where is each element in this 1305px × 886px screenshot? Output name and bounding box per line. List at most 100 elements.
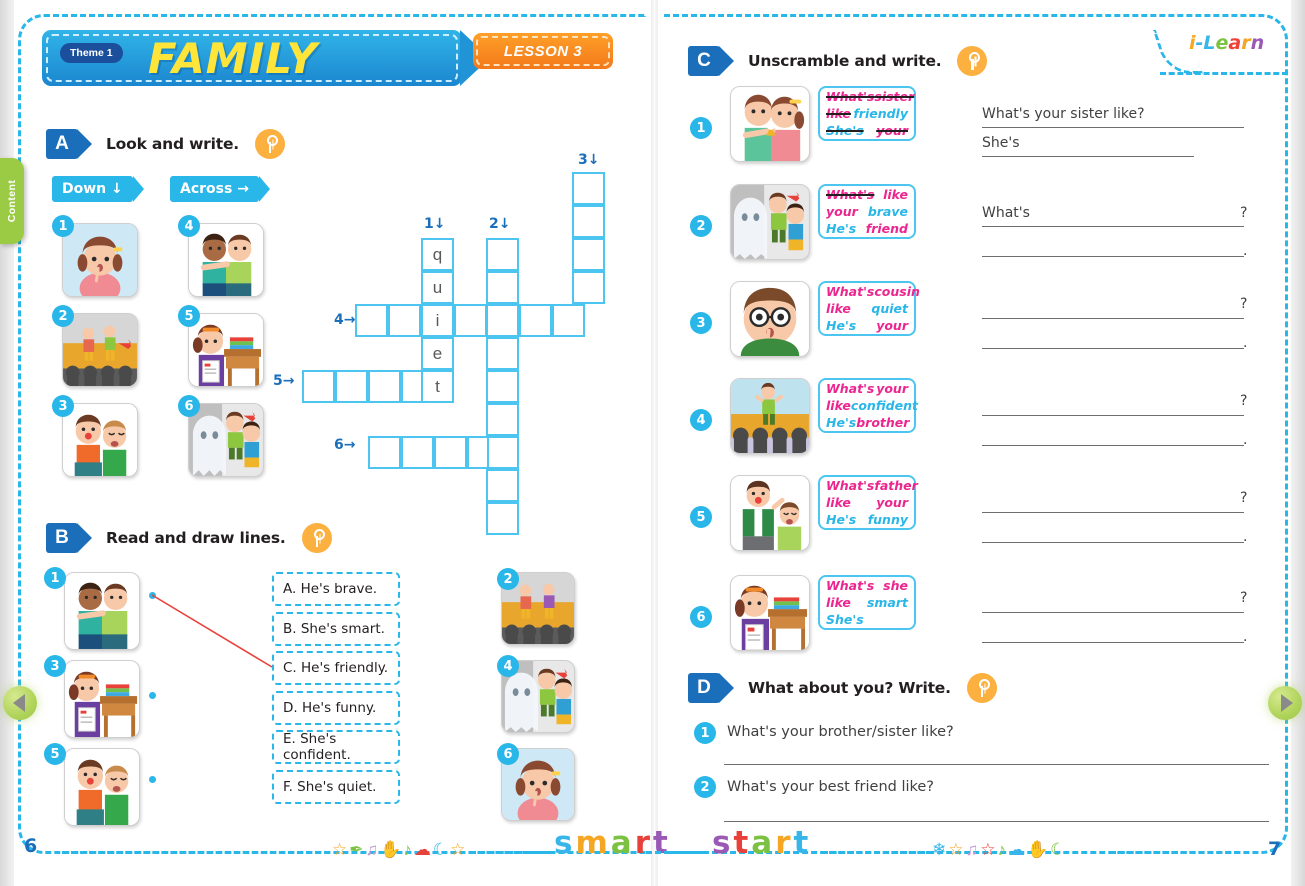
match-picture-5[interactable]	[64, 748, 140, 826]
unscramble-picture-4[interactable]	[730, 378, 810, 454]
answer-line-2a[interactable]	[982, 226, 1244, 227]
scramble-word[interactable]: your	[876, 318, 908, 333]
crossword-cell[interactable]	[486, 337, 519, 370]
scramble-word[interactable]: cousin	[874, 284, 920, 299]
crossword-cell[interactable]	[572, 238, 605, 271]
prev-page-button[interactable]	[3, 686, 37, 720]
crossword-cell[interactable]	[434, 436, 467, 469]
scramble-word[interactable]: quiet	[871, 301, 908, 316]
crossword-cell[interactable]	[486, 238, 519, 271]
picture-clue-4[interactable]	[188, 223, 264, 297]
scramble-word[interactable]: What's	[826, 478, 874, 493]
scramble-word[interactable]: like	[826, 495, 851, 510]
crossword-cell[interactable]	[335, 370, 368, 403]
answer-line-5a[interactable]	[982, 512, 1244, 513]
crossword-cell-filled[interactable]: i	[421, 304, 454, 337]
crossword-cell[interactable]	[302, 370, 335, 403]
scramble-word[interactable]: brave	[868, 204, 908, 219]
scramble-word[interactable]: brother	[856, 415, 909, 430]
match-option-e[interactable]: E. She's confident.	[272, 730, 400, 764]
picture-clue-6[interactable]	[188, 403, 264, 477]
answer-line-2b[interactable]	[982, 256, 1244, 257]
crossword-cell[interactable]	[401, 436, 434, 469]
answer-text-2a[interactable]: What's	[982, 205, 1030, 221]
match-dot-3[interactable]	[149, 692, 156, 699]
crossword-cell[interactable]	[552, 304, 585, 337]
unscramble-picture-6[interactable]	[730, 575, 810, 651]
scramble-word[interactable]: She's	[826, 123, 864, 138]
scramble-word[interactable]: What's	[826, 89, 874, 104]
crossword-cell[interactable]	[486, 271, 519, 304]
scramble-word[interactable]: friend	[866, 221, 908, 236]
scramble-word[interactable]: she	[883, 578, 908, 593]
unscramble-picture-3[interactable]	[730, 281, 810, 357]
scramble-word[interactable]: your	[876, 123, 908, 138]
match-picture-1[interactable]	[64, 572, 140, 650]
scramble-word[interactable]: He's	[826, 415, 856, 430]
crossword-cell[interactable]	[368, 370, 401, 403]
crossword-cell[interactable]	[467, 436, 489, 469]
crossword-cell-filled[interactable]: u	[421, 271, 454, 304]
crossword-cell[interactable]	[388, 304, 421, 337]
unscramble-picture-5[interactable]	[730, 475, 810, 551]
crossword-cell[interactable]	[454, 304, 487, 337]
scramble-word[interactable]: like	[826, 398, 851, 413]
crossword-cell[interactable]	[486, 502, 519, 535]
scramble-word[interactable]: What's	[826, 381, 874, 396]
question-answer-line-2[interactable]	[724, 821, 1269, 822]
scramble-word[interactable]: like	[883, 187, 908, 202]
crossword-cell[interactable]	[486, 469, 519, 502]
answer-text-1b[interactable]: She's	[982, 135, 1020, 151]
crossword-cell[interactable]	[486, 436, 519, 469]
scramble-word[interactable]: What's	[826, 284, 874, 299]
crossword-cell[interactable]	[572, 271, 605, 304]
answer-line-1a[interactable]	[982, 127, 1244, 128]
scramble-word[interactable]: sister	[874, 89, 914, 104]
scramble-word[interactable]: friendly	[853, 106, 908, 121]
crossword-cell[interactable]	[368, 436, 401, 469]
scramble-word[interactable]: like	[826, 595, 851, 610]
answer-line-6b[interactable]	[982, 642, 1244, 643]
match-option-b[interactable]: B. She's smart.	[272, 612, 400, 646]
unscramble-picture-1[interactable]	[730, 86, 810, 162]
scramble-word[interactable]: smart	[867, 595, 908, 610]
crossword-cell-filled[interactable]: t	[421, 370, 454, 403]
match-option-c[interactable]: C. He's friendly.	[272, 651, 400, 685]
scramble-word[interactable]: confident	[851, 398, 918, 413]
scramble-word[interactable]: like	[826, 301, 851, 316]
crossword-cell[interactable]	[519, 304, 552, 337]
match-dot-5[interactable]	[149, 776, 156, 783]
crossword-cell[interactable]	[572, 172, 605, 205]
match-dot-1[interactable]	[149, 592, 156, 599]
answer-line-6a[interactable]	[982, 612, 1244, 613]
scramble-word[interactable]: She's	[826, 612, 864, 627]
answer-text-1a[interactable]: What's your sister like?	[982, 106, 1145, 122]
match-option-f[interactable]: F. She's quiet.	[272, 770, 400, 804]
scramble-word[interactable]: your	[876, 495, 908, 510]
picture-clue-2[interactable]	[62, 313, 138, 387]
picture-clue-1[interactable]	[62, 223, 138, 297]
match-option-a[interactable]: A. He's brave.	[272, 572, 400, 606]
scramble-word[interactable]: father	[874, 478, 917, 493]
scramble-word[interactable]: He's	[826, 512, 856, 527]
question-answer-line-1[interactable]	[724, 764, 1269, 765]
scramble-word[interactable]: your	[826, 204, 858, 219]
crossword-cell[interactable]	[486, 370, 519, 403]
answer-line-3a[interactable]	[982, 318, 1244, 319]
answer-line-4a[interactable]	[982, 415, 1244, 416]
unscramble-picture-2[interactable]	[730, 184, 810, 260]
picture-clue-5[interactable]	[188, 313, 264, 387]
scramble-word[interactable]: like	[826, 106, 851, 121]
crossword-cell[interactable]	[572, 205, 605, 238]
next-page-button[interactable]	[1268, 686, 1302, 720]
crossword-cell[interactable]	[401, 370, 423, 403]
answer-line-3b[interactable]	[982, 348, 1244, 349]
crossword-cell[interactable]	[355, 304, 388, 337]
crossword-cell-filled[interactable]: q	[421, 238, 454, 271]
scramble-word[interactable]: funny	[868, 512, 908, 527]
scramble-word[interactable]: your	[876, 381, 908, 396]
content-tab[interactable]: Content	[0, 158, 24, 244]
scramble-word[interactable]: What's	[826, 578, 874, 593]
scramble-word[interactable]: He's	[826, 318, 856, 333]
answer-line-4b[interactable]	[982, 445, 1244, 446]
